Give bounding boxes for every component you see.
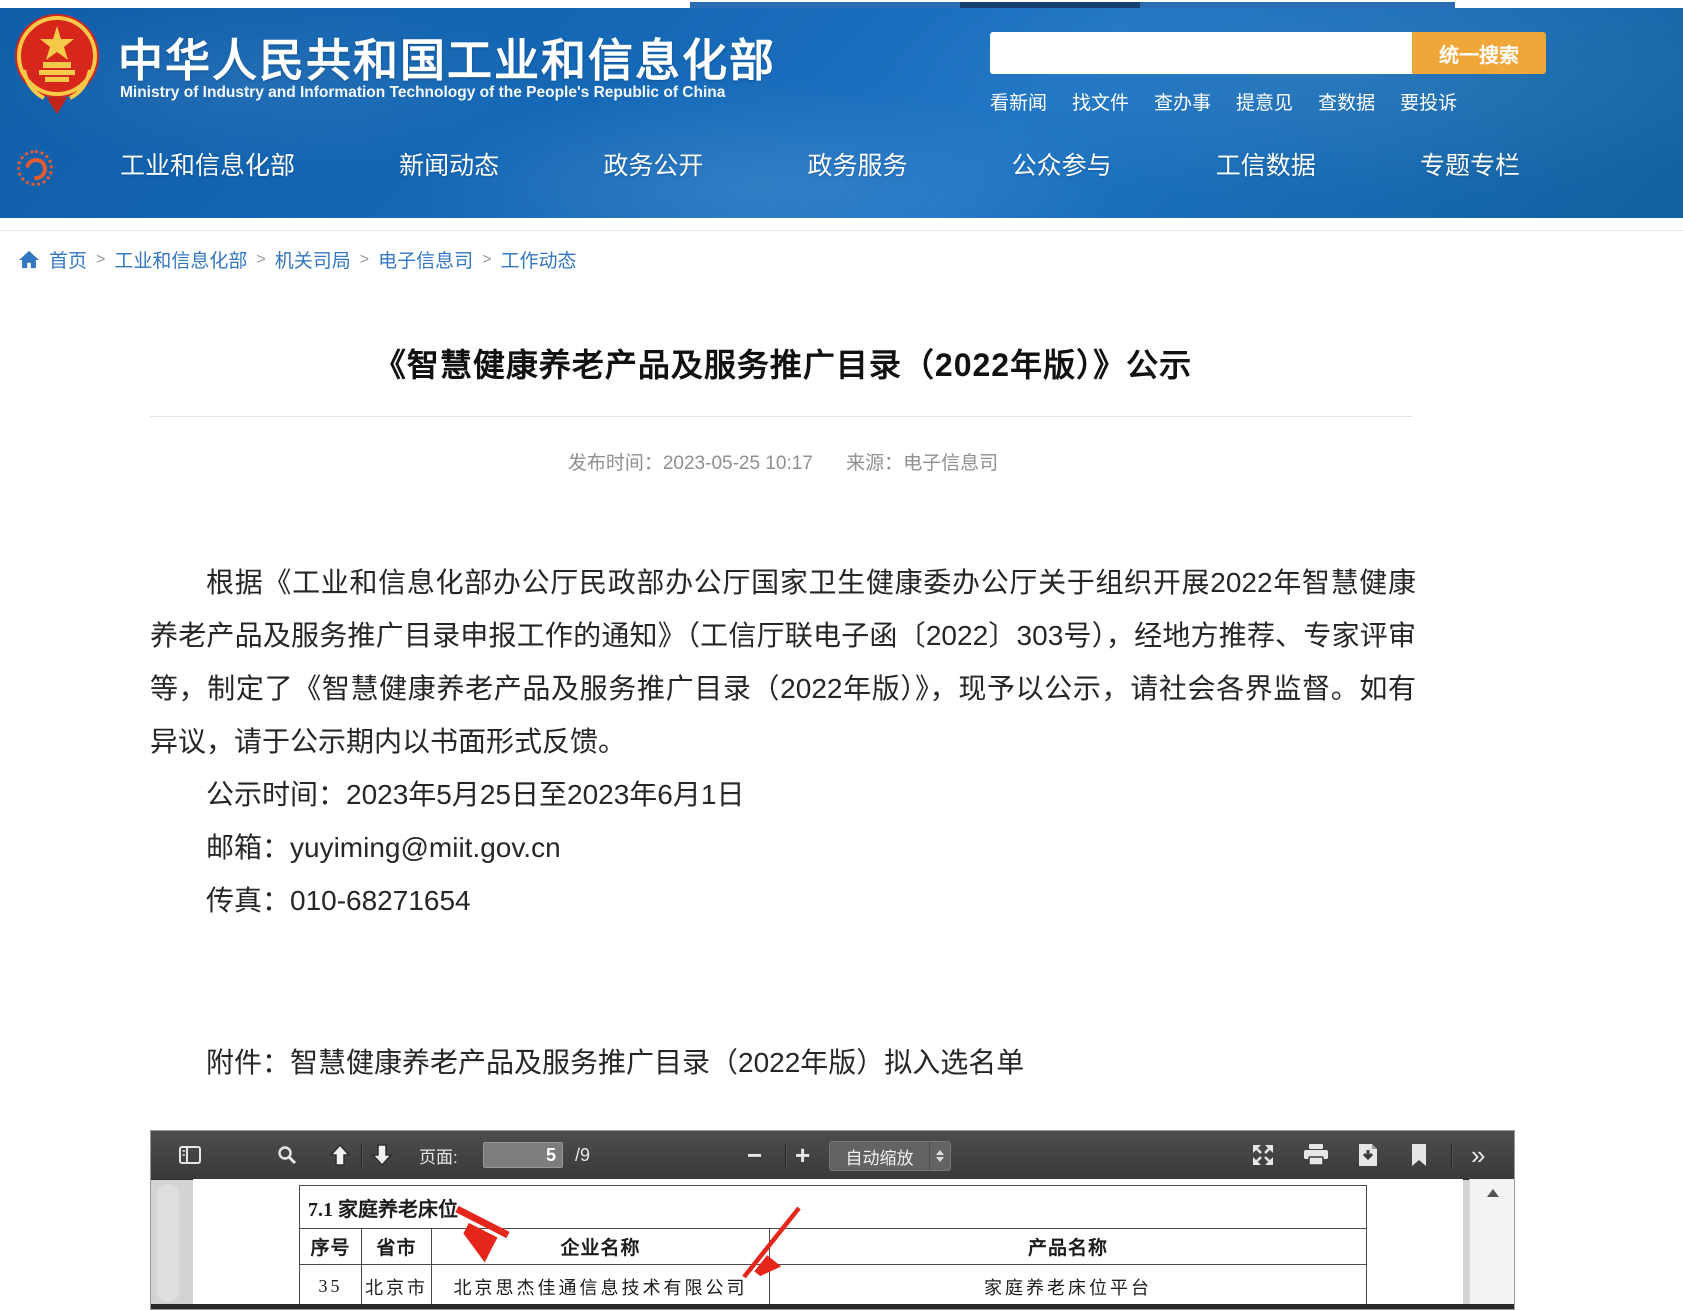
- search-icon[interactable]: [277, 1131, 297, 1179]
- publicity-period-line: 公示时间：2023年5月25日至2023年6月1日: [150, 768, 1416, 821]
- page-number-input[interactable]: [483, 1142, 563, 1168]
- nav-item-data[interactable]: 工信数据: [1216, 146, 1316, 182]
- page-label: 页面:: [419, 1131, 458, 1179]
- nav-item-miit[interactable]: 工业和信息化部: [120, 146, 295, 182]
- cell-product: 家庭养老床位平台: [770, 1265, 1367, 1309]
- cell-index: 35: [300, 1265, 362, 1309]
- publish-time: 发布时间：2023-05-25 10:17: [568, 453, 813, 474]
- toolbar-separator: [361, 1143, 363, 1167]
- nav-item-topics[interactable]: 专题专栏: [1420, 146, 1520, 182]
- pdf-viewer: 页面: /9 − + 自动缩放: [150, 1130, 1515, 1310]
- table-row: 35 北京市 北京思杰佳通信息技术有限公司 家庭养老床位平台: [300, 1265, 1367, 1309]
- breadcrumb-home[interactable]: 首页: [49, 246, 87, 273]
- presentation-mode-icon[interactable]: [1251, 1131, 1275, 1179]
- previous-page-icon[interactable]: [329, 1131, 351, 1179]
- article-title: 《智慧健康养老产品及服务推广目录（2022年版）》公示: [150, 340, 1416, 386]
- print-icon[interactable]: [1303, 1131, 1329, 1179]
- pdf-scrollbar[interactable]: [1469, 1179, 1515, 1304]
- nav-item-gov-open[interactable]: 政务公开: [603, 146, 703, 182]
- scroll-up-icon[interactable]: [1487, 1189, 1499, 1197]
- page-total: /9: [575, 1131, 590, 1179]
- site-subtitle-en: Ministry of Industry and Information Tec…: [120, 84, 880, 102]
- pdf-section-title: 7.1 家庭养老床位: [300, 1186, 1367, 1229]
- nav-item-participation[interactable]: 公众参与: [1012, 146, 1112, 182]
- header-divider: [0, 230, 1683, 231]
- breadcrumb-electronic-info[interactable]: 电子信息司: [378, 246, 473, 273]
- top-edge-strip: [0, 0, 1683, 8]
- unified-search-button[interactable]: 统一搜索: [1412, 32, 1546, 74]
- pdf-table: 7.1 家庭养老床位 序号 省市 企业名称 产品名称 35 北京市 北京思杰佳通…: [299, 1185, 1367, 1309]
- breadcrumb-departments[interactable]: 机关司局: [275, 246, 351, 273]
- cell-province: 北京市: [362, 1265, 432, 1309]
- article-paragraph: 根据《工业和信息化部办公厅民政部办公厅国家卫生健康委办公厅关于组织开展2022年…: [150, 556, 1416, 768]
- zoom-select-arrows-icon: [929, 1142, 950, 1170]
- article-body: 根据《工业和信息化部办公厅民政部办公厅国家卫生健康委办公厅关于组织开展2022年…: [150, 556, 1416, 927]
- breadcrumb-separator: >: [360, 251, 369, 269]
- viewer-bottom-edge: [151, 1304, 1514, 1310]
- cell-company: 北京思杰佳通信息技术有限公司: [432, 1265, 770, 1309]
- col-header-index: 序号: [300, 1229, 362, 1265]
- breadcrumb-separator: >: [482, 251, 491, 269]
- zoom-out-icon[interactable]: −: [747, 1131, 762, 1179]
- publish-source: 来源：电子信息司: [846, 453, 998, 474]
- title-divider: [150, 416, 1413, 417]
- site-title: 中华人民共和国工业和信息化部: [118, 24, 878, 89]
- page-root: 中华人民共和国工业和信息化部 Ministry of Industry and …: [0, 0, 1683, 1310]
- main-nav: 工业和信息化部 新闻动态 政务公开 政务服务 公众参与 工信数据 专题专栏: [120, 146, 1520, 182]
- sidebar-toggle-icon[interactable]: [179, 1131, 201, 1179]
- pdf-left-scroll-hint: [157, 1184, 179, 1302]
- breadcrumb-separator: >: [256, 251, 265, 269]
- pdf-page: 7.1 家庭养老床位 序号 省市 企业名称 产品名称 35 北京市 北京思杰佳通…: [193, 1179, 1463, 1304]
- nav-item-news[interactable]: 新闻动态: [399, 146, 499, 182]
- col-header-province: 省市: [362, 1229, 432, 1265]
- home-icon: [18, 250, 40, 270]
- toolbar-separator: [785, 1143, 787, 1167]
- email-line: 邮箱：yuyiming@miit.gov.cn: [150, 821, 1416, 874]
- next-page-icon[interactable]: [371, 1131, 393, 1179]
- search-box: [990, 32, 1412, 74]
- national-emblem-icon: [14, 10, 100, 114]
- quick-link-services[interactable]: 查办事: [1154, 88, 1211, 115]
- breadcrumb: 首页 > 工业和信息化部 > 机关司局 > 电子信息司 > 工作动态: [18, 246, 576, 273]
- breadcrumb-separator: >: [96, 251, 105, 269]
- quick-link-feedback[interactable]: 提意见: [1236, 88, 1293, 115]
- bookmark-icon[interactable]: [1411, 1131, 1427, 1179]
- pdf-toolbar: 页面: /9 − + 自动缩放: [151, 1131, 1514, 1180]
- header-quick-links: 看新闻 找文件 查办事 提意见 查数据 要投诉: [990, 88, 1550, 115]
- zoom-select-value: 自动缩放: [830, 1144, 929, 1169]
- zoom-select[interactable]: 自动缩放: [829, 1141, 951, 1171]
- quick-link-news[interactable]: 看新闻: [990, 88, 1047, 115]
- nav-item-gov-service[interactable]: 政务服务: [807, 146, 907, 182]
- col-header-product: 产品名称: [770, 1229, 1367, 1265]
- gov-site-logo-icon: [17, 150, 53, 186]
- breadcrumb-work-news[interactable]: 工作动态: [500, 246, 576, 273]
- quick-link-files[interactable]: 找文件: [1072, 88, 1129, 115]
- download-icon[interactable]: [1357, 1131, 1379, 1179]
- toolbar-separator: [1451, 1143, 1453, 1167]
- col-header-company: 企业名称: [432, 1229, 770, 1265]
- quick-link-data[interactable]: 查数据: [1318, 88, 1375, 115]
- publish-info: 发布时间：2023-05-25 10:17 来源：电子信息司: [150, 448, 1416, 475]
- quick-link-complaint[interactable]: 要投诉: [1400, 88, 1457, 115]
- attachment-line: 附件：智慧健康养老产品及服务推广目录（2022年版）拟入选名单: [150, 1036, 1416, 1089]
- site-header: 中华人民共和国工业和信息化部 Ministry of Industry and …: [0, 8, 1683, 218]
- zoom-in-icon[interactable]: +: [795, 1131, 810, 1179]
- more-tools-icon[interactable]: »: [1471, 1131, 1485, 1179]
- fax-line: 传真：010-68271654: [150, 874, 1416, 927]
- breadcrumb-miit[interactable]: 工业和信息化部: [114, 246, 247, 273]
- search-input[interactable]: [990, 32, 1412, 74]
